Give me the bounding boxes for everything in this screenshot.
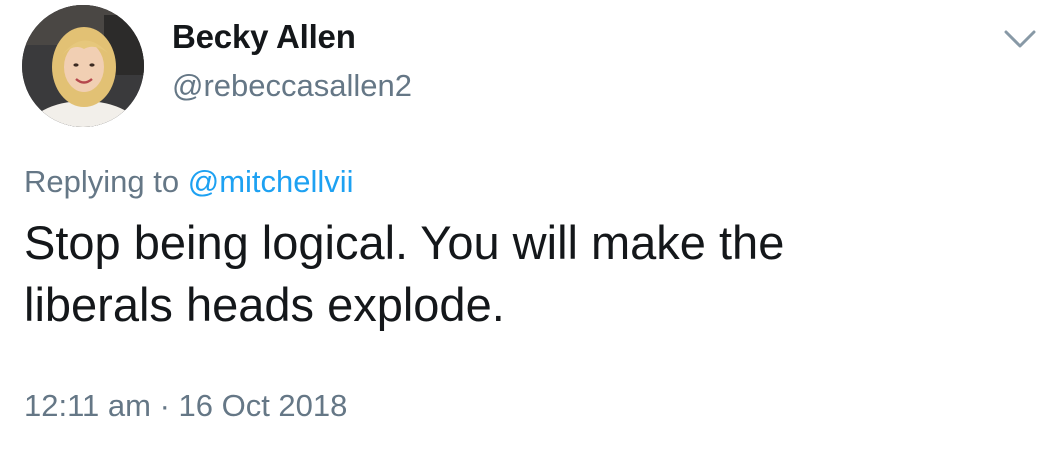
display-name[interactable]: Becky Allen [172,18,356,56]
tweet-text-line: Stop being logical. You will make the [24,216,785,269]
user-handle[interactable]: @rebeccasallen2 [172,68,412,104]
tweet-text: Stop being logical. You will make the li… [24,212,1024,336]
tweet-card: Becky Allen @rebeccasallen2 Replying to … [0,0,1049,457]
replying-to: Replying to @mitchellvii [24,164,354,200]
tweet-text-line: liberals heads explode. [24,278,505,331]
avatar[interactable] [22,5,144,127]
reply-mention-link[interactable]: @mitchellvii [188,164,354,199]
chevron-down-icon[interactable] [1003,28,1037,50]
profile-photo-icon [22,5,144,127]
tweet-timestamp[interactable]: 12:11 am · 16 Oct 2018 [24,388,347,424]
replying-to-label: Replying to [24,164,188,199]
